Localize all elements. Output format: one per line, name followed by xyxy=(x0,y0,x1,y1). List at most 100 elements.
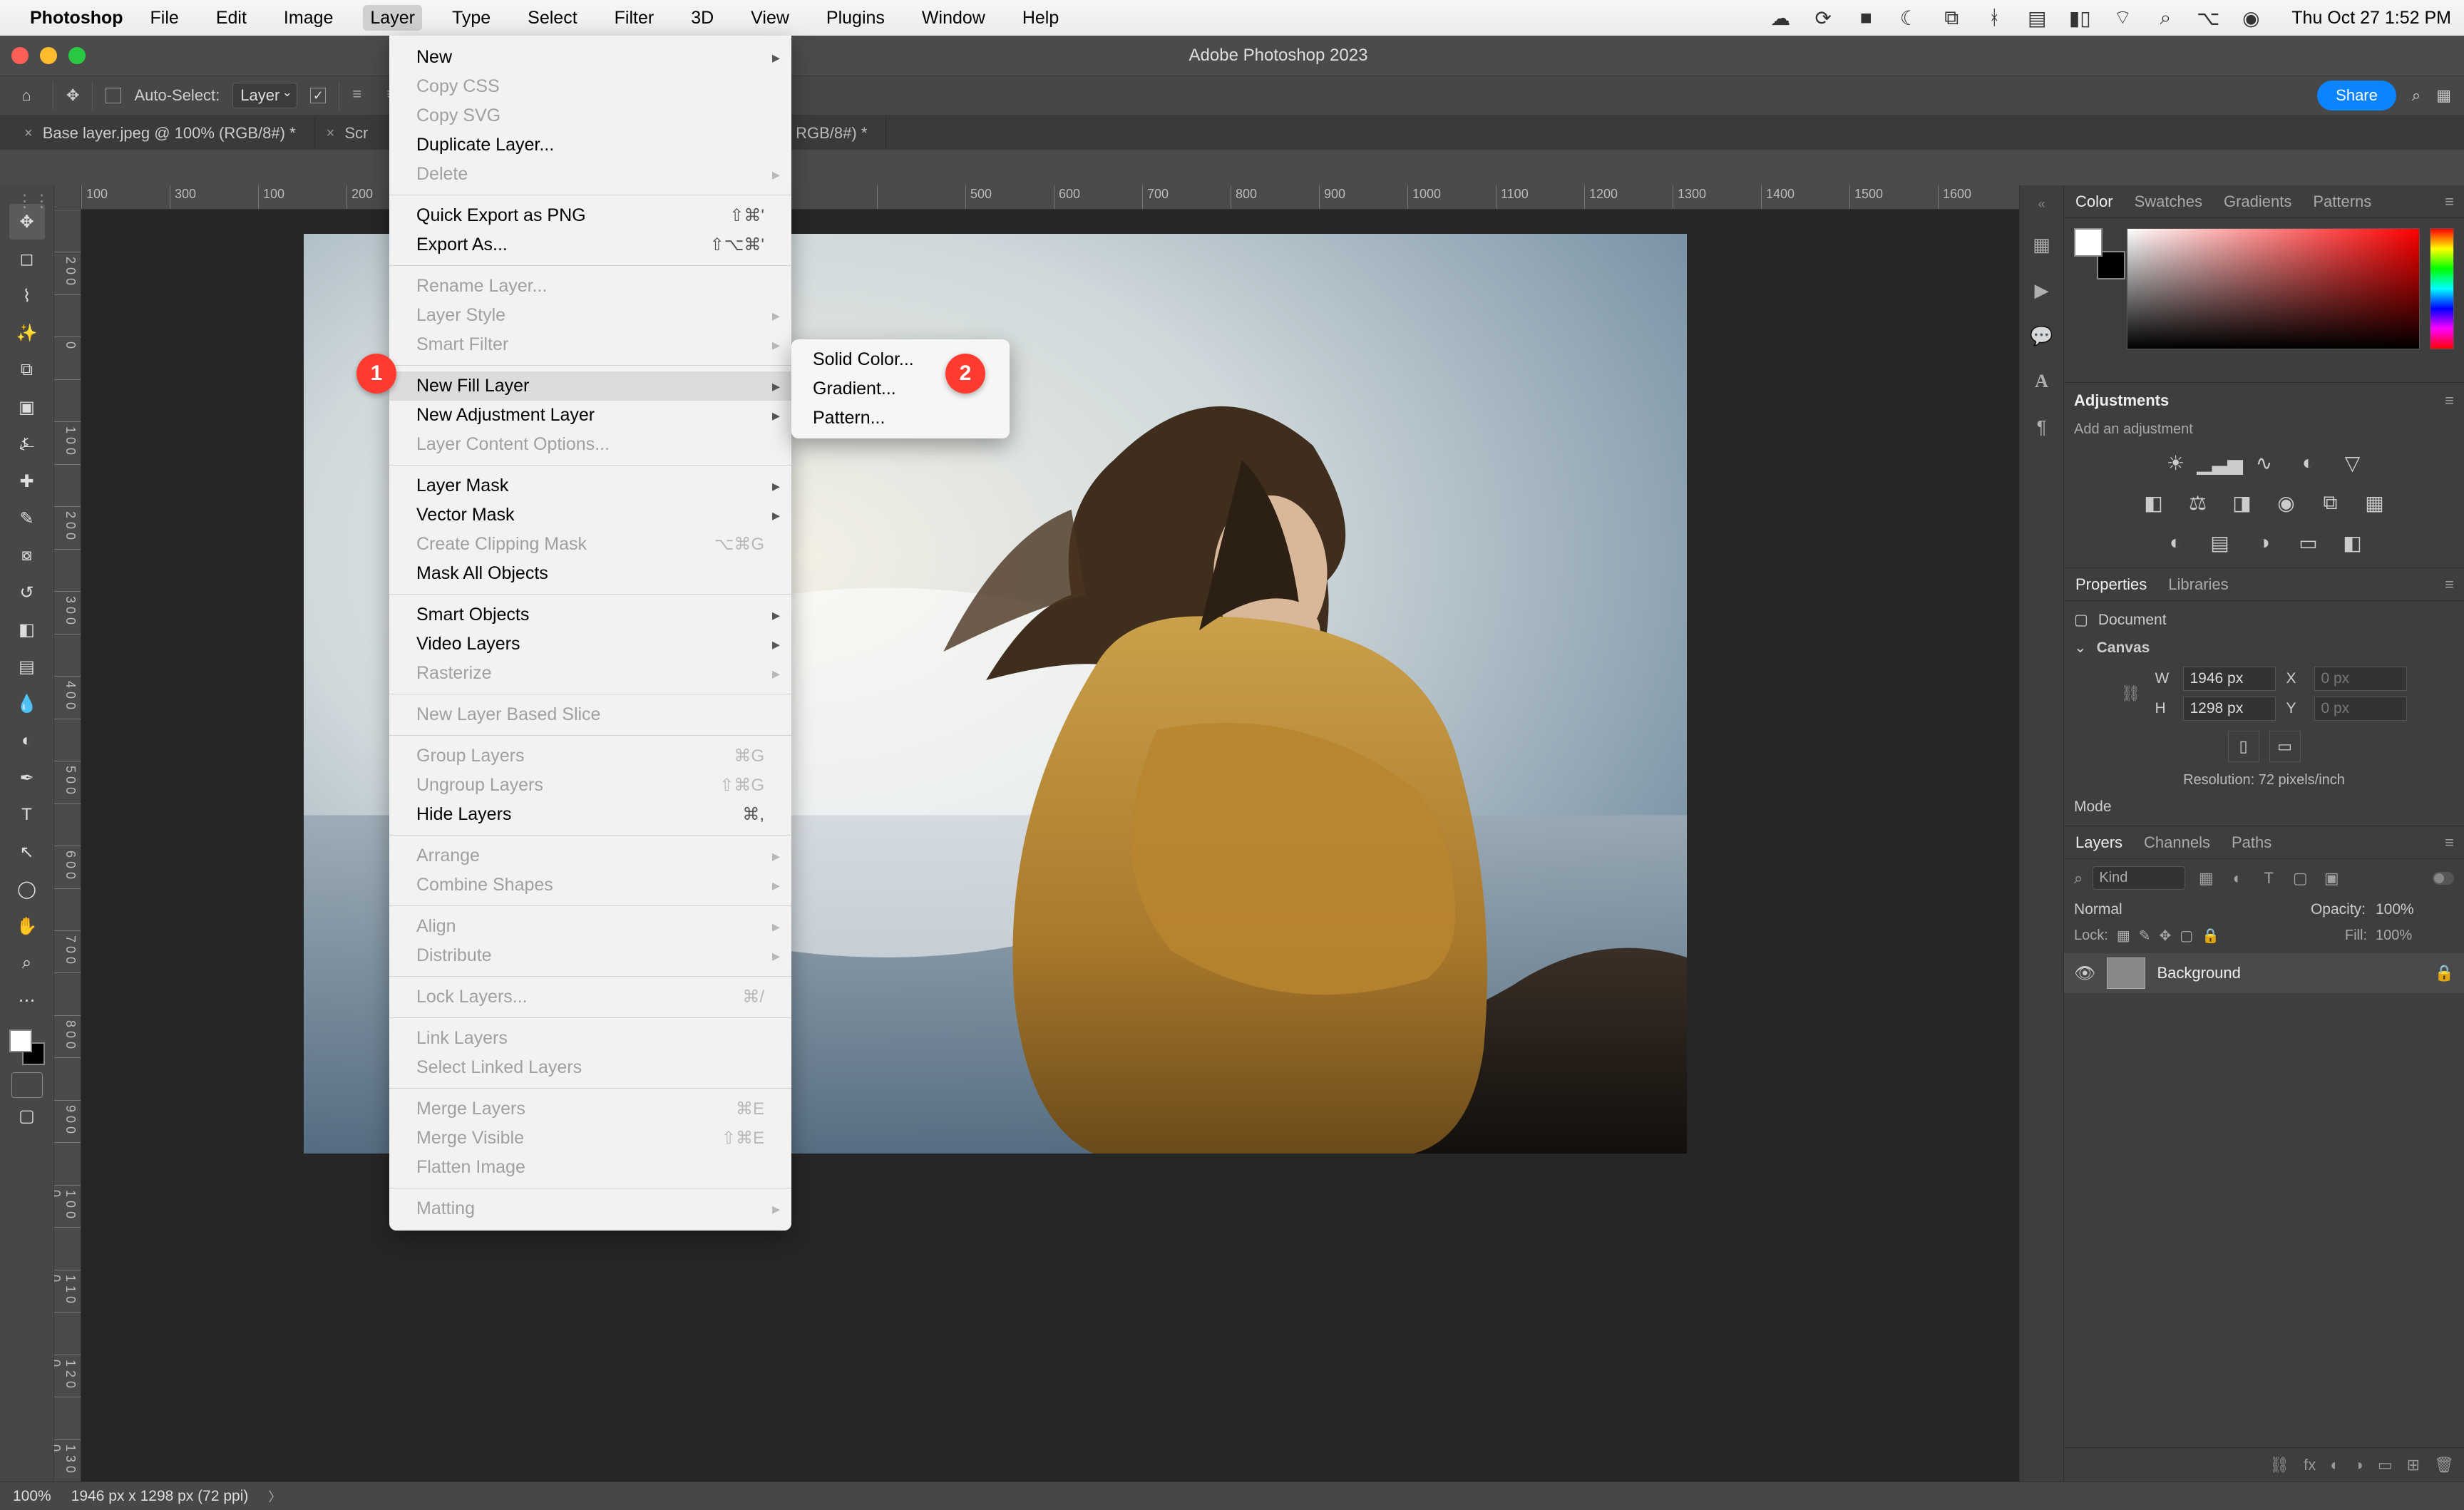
adj-vibrance-icon[interactable]: ▽ xyxy=(2338,448,2368,478)
screen-mode-button[interactable]: ▢ xyxy=(9,1098,45,1134)
tool-history-brush[interactable]: ↺ xyxy=(9,575,45,610)
tab-paths[interactable]: Paths xyxy=(2230,829,2273,856)
tool-frame[interactable]: ▣ xyxy=(9,389,45,425)
adj-balance-icon[interactable]: ⚖ xyxy=(2183,488,2213,518)
status-cloud-icon[interactable]: ☁︎ xyxy=(1768,6,1792,30)
status-cc-icon[interactable]: ▤ xyxy=(2025,6,2049,30)
tab-channels[interactable]: Channels xyxy=(2142,829,2212,856)
show-transform-checkbox[interactable] xyxy=(310,88,326,103)
workspace-switcher-icon[interactable]: ▦ xyxy=(2436,86,2451,105)
menu-item-hide-layers[interactable]: Hide Layers⌘, xyxy=(389,800,791,829)
adj-curves-icon[interactable]: ∿ xyxy=(2249,448,2279,478)
toolbar-grip[interactable]: ⋮⋮ xyxy=(16,191,38,200)
tool-type[interactable]: T xyxy=(9,797,45,833)
prop-width-input[interactable] xyxy=(2183,667,2276,691)
tool-crop[interactable]: ⧉ xyxy=(9,352,45,388)
adj-color-lookup-icon[interactable]: ▦ xyxy=(2360,488,2390,518)
layer-filter-kind-select[interactable] xyxy=(2093,866,2185,890)
app-name[interactable]: Photoshop xyxy=(30,8,123,29)
menu-item-quick-export-as-png[interactable]: Quick Export as PNG⇧⌘' xyxy=(389,201,791,230)
blend-mode-select[interactable]: Normal xyxy=(2074,901,2195,918)
share-button[interactable]: Share xyxy=(2317,81,2396,111)
menu-filter[interactable]: Filter xyxy=(607,5,662,31)
tool-pen[interactable]: ✒ xyxy=(9,760,45,796)
tab-close-icon[interactable]: × xyxy=(24,125,33,142)
layer-mask-icon[interactable]: ◐ xyxy=(2330,1456,2339,1474)
menu-view[interactable]: View xyxy=(744,5,796,31)
tool-gradient[interactable]: ▤ xyxy=(9,649,45,684)
adj-bw-icon[interactable]: ◨ xyxy=(2227,488,2257,518)
ruler-origin[interactable] xyxy=(54,185,81,210)
prop-y-input[interactable] xyxy=(2314,697,2407,721)
window-minimize-button[interactable] xyxy=(40,47,57,64)
adj-channel-mixer-icon[interactable]: ⧉ xyxy=(2316,488,2346,518)
tab-patterns[interactable]: Patterns xyxy=(2311,188,2373,215)
color-field-picker[interactable] xyxy=(2127,228,2420,349)
submenu-item-pattern[interactable]: Pattern... xyxy=(791,404,1010,433)
lock-artboard-icon[interactable]: ▢ xyxy=(2180,927,2193,945)
align-icon[interactable]: ≡ xyxy=(352,85,374,106)
orientation-portrait-icon[interactable]: ▯ xyxy=(2228,731,2259,762)
tab-layers[interactable]: Layers xyxy=(2074,829,2124,856)
disclosure-icon[interactable]: ⌄ xyxy=(2074,639,2087,657)
tool-brush[interactable]: ✎ xyxy=(9,500,45,536)
panel-menu-icon[interactable]: ≡ xyxy=(2445,833,2454,852)
status-dnd-icon[interactable]: ☾ xyxy=(1896,6,1921,30)
menu-item-new-fill-layer[interactable]: New Fill Layer▸ xyxy=(389,371,791,401)
delete-layer-icon[interactable]: 🗑 xyxy=(2434,1456,2454,1474)
orientation-landscape-icon[interactable]: ▭ xyxy=(2269,731,2301,762)
new-fill-adj-icon[interactable]: ◑ xyxy=(2354,1456,2363,1474)
status-wifi-icon[interactable]: ⌔ xyxy=(2110,6,2135,31)
layer-fx-icon[interactable]: fx xyxy=(2304,1456,2316,1474)
status-bluetooth-icon[interactable]: ᚼ xyxy=(1982,6,2006,29)
menu-type[interactable]: Type xyxy=(445,5,498,31)
menu-file[interactable]: File xyxy=(143,5,186,31)
tool-healing[interactable]: ✚ xyxy=(9,463,45,499)
tool-lasso[interactable]: ⌇ xyxy=(9,278,45,314)
tool-eraser[interactable]: ◧ xyxy=(9,612,45,647)
prop-x-input[interactable] xyxy=(2314,667,2407,691)
adj-gradient-map-icon[interactable]: ▭ xyxy=(2294,528,2324,558)
menu-layer[interactable]: Layer xyxy=(363,5,422,31)
histogram-panel-icon[interactable]: ▦ xyxy=(2029,232,2055,257)
tool-shape[interactable]: ◯ xyxy=(9,871,45,907)
panel-menu-icon[interactable]: ≡ xyxy=(2445,575,2454,594)
panel-menu-icon[interactable]: ≡ xyxy=(2445,391,2454,410)
status-control-center-icon[interactable]: ⌥ xyxy=(2196,6,2220,30)
tool-zoom[interactable]: ⌕ xyxy=(9,945,45,981)
layer-lock-icon[interactable]: 🔒 xyxy=(2435,964,2454,982)
layer-row[interactable]: 👁 Background 🔒 xyxy=(2064,953,2464,993)
adj-posterize-icon[interactable]: ▤ xyxy=(2205,528,2235,558)
status-facetime-icon[interactable]: ■ xyxy=(1854,6,1878,29)
lock-pixels-icon[interactable]: ✎ xyxy=(2139,927,2151,945)
new-group-icon[interactable]: ▭ xyxy=(2378,1456,2393,1474)
tool-blur[interactable]: 💧 xyxy=(9,686,45,721)
layer-thumbnail[interactable] xyxy=(2107,957,2145,989)
filter-smart-icon[interactable]: ▣ xyxy=(2321,868,2342,889)
tool-path-select[interactable]: ↖ xyxy=(9,834,45,870)
lock-all-icon[interactable]: ▦ xyxy=(2117,927,2130,945)
comments-panel-icon[interactable]: 💬 xyxy=(2029,323,2055,349)
tool-eyedropper[interactable]: ⍼ xyxy=(9,426,45,462)
menu-image[interactable]: Image xyxy=(277,5,340,31)
layer-name[interactable]: Background xyxy=(2157,964,2423,982)
search-icon[interactable]: ⌕ xyxy=(2412,86,2421,105)
menu-item-new[interactable]: New▸ xyxy=(389,43,791,72)
character-panel-icon[interactable]: A xyxy=(2029,369,2055,394)
adj-hue-icon[interactable]: ◧ xyxy=(2139,488,2169,518)
filter-type-icon[interactable]: T xyxy=(2258,868,2279,889)
filter-toggle[interactable] xyxy=(2433,872,2454,885)
quick-mask-toggle[interactable] xyxy=(11,1072,43,1098)
filter-search-icon[interactable]: ⌕ xyxy=(2074,869,2083,888)
move-tool-icon[interactable]: ✥ xyxy=(66,86,79,105)
menu-item-video-layers[interactable]: Video Layers▸ xyxy=(389,630,791,659)
lock-icon[interactable]: 🔒 xyxy=(2202,927,2219,945)
navigator-panel-icon[interactable]: ▶ xyxy=(2029,277,2055,303)
status-siri-icon[interactable]: ◉ xyxy=(2239,6,2263,30)
adj-invert-icon[interactable]: ◐ xyxy=(2161,528,2191,558)
filter-shape-icon[interactable]: ▢ xyxy=(2289,868,2311,889)
prop-height-input[interactable] xyxy=(2183,697,2276,721)
tab-properties[interactable]: Properties xyxy=(2074,571,2148,598)
status-battery-icon[interactable]: ▮▯ xyxy=(2068,6,2092,30)
window-close-button[interactable] xyxy=(11,47,29,64)
